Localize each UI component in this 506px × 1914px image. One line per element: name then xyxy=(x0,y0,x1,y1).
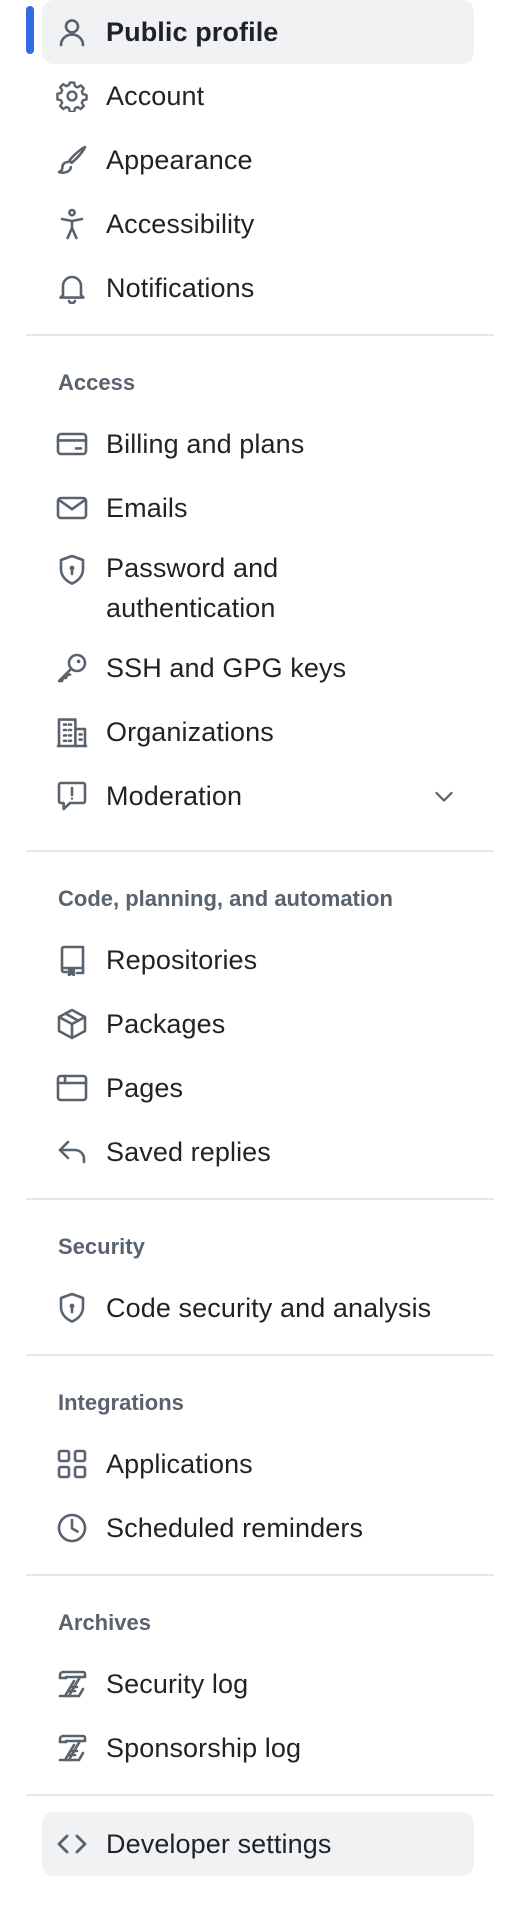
gear-icon xyxy=(56,80,88,112)
sidebar-item-label: Appearance xyxy=(106,145,253,175)
sidebar-item-billing[interactable]: Billing and plans xyxy=(42,412,474,476)
sidebar-item-repositories[interactable]: Repositories xyxy=(42,928,474,992)
sidebar-item-appearance[interactable]: Appearance xyxy=(42,128,474,192)
repo-icon xyxy=(56,944,88,976)
sidebar-item-label: Applications xyxy=(106,1449,253,1479)
sidebar-item-label: Pages xyxy=(106,1073,184,1103)
sidebar-item-ssh-gpg-keys[interactable]: SSH and GPG keys xyxy=(42,636,474,700)
section-heading-archives: Archives xyxy=(58,1610,151,1635)
sidebar-item-security-log[interactable]: Security log xyxy=(42,1652,474,1716)
sidebar-item-label: Sponsorship log xyxy=(106,1733,302,1763)
paintbrush-icon xyxy=(56,144,88,176)
divider xyxy=(26,850,494,852)
shield-lock-icon xyxy=(56,1292,88,1324)
sidebar-item-label: Repositories xyxy=(106,945,258,975)
clock-icon xyxy=(56,1512,88,1544)
divider xyxy=(26,1198,494,1200)
sidebar-item-accessibility[interactable]: Accessibility xyxy=(42,192,474,256)
sidebar-item-label: Scheduled reminders xyxy=(106,1513,364,1543)
section-heading-access: Access xyxy=(58,370,136,395)
chevron-down-icon[interactable] xyxy=(432,784,456,808)
divider xyxy=(26,1794,494,1796)
bell-icon xyxy=(56,272,88,304)
sidebar-item-public-profile[interactable]: Public profile xyxy=(42,0,474,64)
person-icon xyxy=(56,16,88,48)
divider xyxy=(26,1574,494,1576)
log-icon xyxy=(56,1668,88,1700)
sidebar-item-applications[interactable]: Applications xyxy=(42,1432,474,1496)
divider xyxy=(26,334,494,336)
apps-icon xyxy=(56,1448,88,1480)
sidebar-item-emails[interactable]: Emails xyxy=(42,476,474,540)
sidebar-item-label: Public profile xyxy=(106,17,279,47)
sidebar-item-code-security[interactable]: Code security and analysis xyxy=(42,1276,474,1340)
sidebar-item-label: Account xyxy=(106,81,205,111)
log-icon xyxy=(56,1732,88,1764)
sidebar-item-saved-replies[interactable]: Saved replies xyxy=(42,1120,474,1184)
sidebar-item-label: Accessibility xyxy=(106,209,255,239)
section-heading-security: Security xyxy=(58,1234,145,1259)
selected-indicator xyxy=(26,6,34,54)
mail-icon xyxy=(56,492,88,524)
package-icon xyxy=(56,1008,88,1040)
code-icon xyxy=(56,1828,88,1860)
sidebar-item-label: Code security and analysis xyxy=(106,1293,432,1323)
sidebar-item-sponsorship-log[interactable]: Sponsorship log xyxy=(42,1716,474,1780)
browser-icon xyxy=(56,1072,88,1104)
reply-icon xyxy=(56,1136,88,1168)
sidebar-item-label: Organizations xyxy=(106,717,274,747)
sidebar-item-label: Password and authentication xyxy=(106,553,279,623)
sidebar-item-label: Notifications xyxy=(106,273,255,303)
sidebar-item-label: Saved replies xyxy=(106,1137,271,1167)
report-icon xyxy=(56,780,88,812)
accessibility-icon xyxy=(56,208,88,240)
sidebar-item-packages[interactable]: Packages xyxy=(42,992,474,1056)
sidebar-item-pages[interactable]: Pages xyxy=(42,1056,474,1120)
sidebar-item-account[interactable]: Account xyxy=(42,64,474,128)
sidebar-item-label: Billing and plans xyxy=(106,429,305,459)
divider xyxy=(26,1354,494,1356)
sidebar-item-label: Moderation xyxy=(106,781,243,811)
section-heading-code-planning-automation: Code, planning, and automation xyxy=(58,886,393,911)
sidebar-item-label: Packages xyxy=(106,1009,226,1039)
sidebar-item-label: SSH and GPG keys xyxy=(106,653,347,683)
sidebar-item-notifications[interactable]: Notifications xyxy=(42,256,474,320)
sidebar-item-organizations[interactable]: Organizations xyxy=(42,700,474,764)
sidebar-item-developer-settings[interactable]: Developer settings xyxy=(42,1812,474,1876)
sidebar-item-label: Developer settings xyxy=(106,1829,332,1859)
key-icon xyxy=(56,652,88,684)
shield-lock-icon xyxy=(56,554,88,586)
sidebar-item-scheduled-reminders[interactable]: Scheduled reminders xyxy=(42,1496,474,1560)
sidebar-item-label: Emails xyxy=(106,493,188,523)
sidebar-item-label: Security log xyxy=(106,1669,249,1699)
sidebar-item-password-and-authentication[interactable]: Password and authentication xyxy=(42,540,474,636)
sidebar-item-moderation[interactable]: Moderation xyxy=(42,764,474,828)
section-heading-integrations: Integrations xyxy=(58,1390,184,1415)
organization-icon xyxy=(56,716,88,748)
credit-card-icon xyxy=(56,428,88,460)
